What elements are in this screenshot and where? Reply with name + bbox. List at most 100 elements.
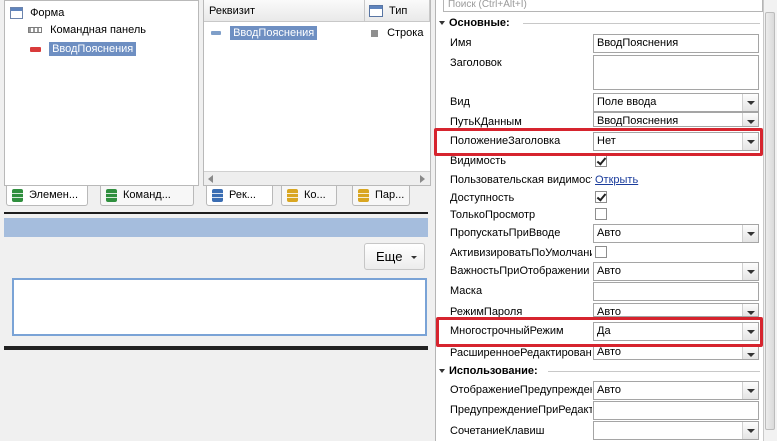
command-panel-icon bbox=[28, 27, 42, 34]
tab-label: Команд... bbox=[123, 189, 171, 201]
requisite-row[interactable]: ВводПояснения bbox=[211, 25, 318, 41]
prop-value: Авто bbox=[597, 306, 621, 317]
highlight-title-position bbox=[434, 128, 763, 156]
dropdown-arrow-icon[interactable] bbox=[742, 422, 758, 439]
parameters-tab-icon bbox=[358, 189, 369, 202]
scroll-right-icon bbox=[420, 175, 425, 183]
prop-visibility-checkbox[interactable] bbox=[595, 155, 607, 167]
type-square-icon bbox=[371, 29, 378, 37]
prop-extended-edit-label: РасширенноеРедактирование bbox=[450, 347, 592, 359]
form-commands-tab-icon bbox=[287, 189, 298, 202]
section-main[interactable]: Основные: bbox=[438, 15, 760, 31]
prop-warning-edit-field[interactable] bbox=[593, 401, 759, 420]
prop-value: Авто bbox=[597, 384, 621, 396]
form-command-bar-strip bbox=[4, 218, 428, 237]
prop-readonly-label: ТолькоПросмотр bbox=[450, 209, 536, 221]
prop-value: ВводПояснения bbox=[597, 37, 679, 49]
tree-item-label: ВводПояснения bbox=[49, 42, 137, 56]
more-button[interactable]: Еще bbox=[364, 243, 425, 270]
elements-tab-icon bbox=[12, 189, 23, 202]
prop-user-visibility-open-link[interactable]: Открыть bbox=[595, 172, 638, 188]
requisite-type: Строка bbox=[387, 27, 424, 39]
tab-label: Ко... bbox=[304, 189, 326, 201]
prop-warning-display-select[interactable]: Авто bbox=[593, 381, 759, 400]
prop-importance-label: ВажностьПриОтображении bbox=[450, 265, 590, 277]
tab-requisites[interactable]: Рек... bbox=[206, 186, 273, 206]
explanation-multiline-input[interactable] bbox=[12, 278, 427, 336]
prop-datapath-field[interactable]: ВводПояснения bbox=[593, 112, 759, 127]
prop-skip-on-input-select[interactable]: Авто bbox=[593, 224, 759, 243]
preview-top-line bbox=[4, 212, 428, 214]
tab-label: Элемен... bbox=[29, 189, 79, 201]
prop-mask-label: Маска bbox=[450, 285, 483, 297]
dropdown-arrow-icon[interactable] bbox=[742, 94, 758, 111]
dropdown-arrow-icon[interactable] bbox=[742, 263, 758, 280]
tab-commands[interactable]: Команд... bbox=[100, 186, 194, 206]
prop-readonly-checkbox[interactable] bbox=[595, 208, 607, 220]
tab-commands-form[interactable]: Ко... bbox=[281, 186, 337, 206]
dropdown-arrow-icon[interactable] bbox=[742, 304, 758, 316]
prop-shortcut-field[interactable] bbox=[593, 421, 759, 440]
requisites-hscroll[interactable] bbox=[204, 171, 430, 185]
dropdown-arrow-icon[interactable] bbox=[742, 346, 758, 359]
prop-mask-field[interactable] bbox=[593, 282, 759, 301]
prop-importance-select[interactable]: Авто bbox=[593, 262, 759, 281]
prop-value: Авто bbox=[597, 227, 621, 239]
commands-tab-icon bbox=[106, 189, 117, 202]
dropdown-arrow-icon[interactable] bbox=[742, 225, 758, 242]
section-title-label: Использование: bbox=[449, 365, 538, 377]
requisites-tab-icon bbox=[212, 189, 223, 202]
tab-parameters[interactable]: Пар... bbox=[352, 186, 410, 206]
tree-item-label: Командная панель bbox=[50, 24, 147, 36]
prop-activate-default-checkbox[interactable] bbox=[595, 246, 607, 258]
prop-name-field[interactable]: ВводПояснения bbox=[593, 34, 759, 53]
prop-view-label: Вид bbox=[450, 96, 470, 108]
prop-name-label: Имя bbox=[450, 37, 472, 49]
column-header-type[interactable]: Тип bbox=[365, 0, 430, 22]
properties-vscroll-thumb[interactable] bbox=[765, 12, 775, 430]
chevron-down-icon bbox=[411, 256, 417, 259]
tree-item-command-panel[interactable]: Командная панель bbox=[28, 22, 146, 38]
properties-search-input[interactable]: Поиск (Ctrl+Alt+I) bbox=[443, 0, 763, 12]
prop-value: Поле ввода bbox=[597, 96, 657, 108]
tab-elements[interactable]: Элемен... bbox=[6, 186, 88, 206]
tab-label: Рек... bbox=[229, 189, 256, 201]
column-header-requisite[interactable]: Реквизит bbox=[204, 0, 365, 22]
type-column-icon bbox=[369, 5, 383, 17]
prop-user-visibility-label: Пользовательская видимость bbox=[450, 174, 592, 186]
tree-item-form[interactable]: Форма bbox=[10, 5, 64, 21]
prop-warning-edit-label: ПредупреждениеПриРедактировании bbox=[450, 404, 592, 416]
prop-warning-display-label: ОтображениеПредупреждения bbox=[450, 384, 592, 396]
requisite-name: ВводПояснения bbox=[230, 26, 318, 40]
prop-value: Авто bbox=[597, 346, 621, 358]
form-icon bbox=[10, 7, 23, 20]
prop-activate-default-label: АктивизироватьПоУмолчанию bbox=[450, 247, 592, 259]
tree-item-input-field[interactable]: ВводПояснения bbox=[30, 41, 137, 57]
prop-title-label: Заголовок bbox=[450, 57, 502, 69]
dropdown-arrow-icon[interactable] bbox=[742, 382, 758, 399]
prop-skip-on-input-label: ПропускатьПриВводе bbox=[450, 227, 561, 239]
tab-label: Пар... bbox=[375, 189, 405, 201]
select-button-icon[interactable] bbox=[742, 113, 758, 126]
tree-item-label: Форма bbox=[30, 7, 65, 19]
prop-enabled-label: Доступность bbox=[450, 192, 515, 204]
prop-password-mode-select[interactable]: Авто bbox=[593, 303, 759, 317]
highlight-multiline-mode bbox=[436, 317, 763, 347]
requisite-type-cell: Строка bbox=[371, 25, 423, 41]
preview-bottom-line bbox=[4, 346, 428, 350]
section-usage[interactable]: Использование: bbox=[438, 363, 760, 379]
column-header-label: Тип bbox=[389, 5, 408, 17]
section-title-label: Основные: bbox=[449, 17, 510, 29]
prop-title-field[interactable] bbox=[593, 55, 759, 90]
prop-value: Авто bbox=[597, 265, 621, 277]
prop-view-select[interactable]: Поле ввода bbox=[593, 93, 759, 112]
input-field-icon bbox=[30, 46, 41, 52]
prop-value: ВводПояснения bbox=[597, 115, 679, 127]
search-placeholder: Поиск (Ctrl+Alt+I) bbox=[448, 0, 527, 10]
prop-enabled-checkbox[interactable] bbox=[595, 191, 607, 203]
column-header-label: Реквизит bbox=[209, 5, 255, 17]
string-attr-icon bbox=[211, 31, 221, 36]
prop-extended-edit-select[interactable]: Авто bbox=[593, 345, 759, 360]
more-button-label: Еще bbox=[376, 249, 403, 264]
scroll-left-icon bbox=[208, 175, 213, 183]
